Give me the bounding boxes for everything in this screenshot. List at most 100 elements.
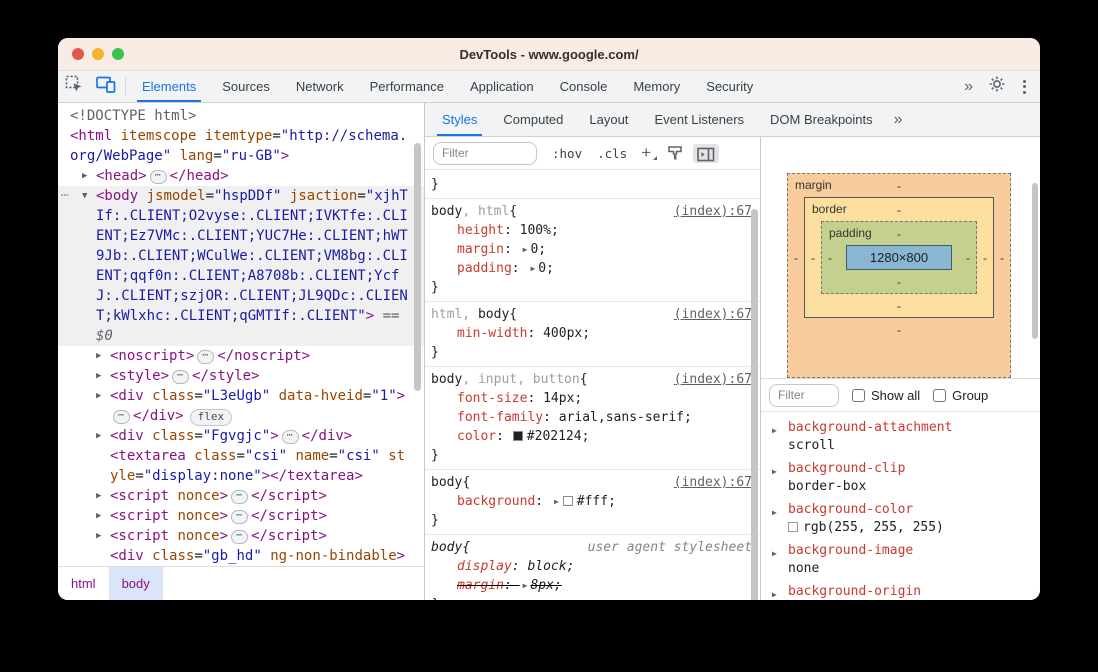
css-property[interactable]: margin: ▶ 8px; bbox=[431, 576, 752, 595]
margin-top-value[interactable]: - bbox=[897, 179, 901, 193]
expand-value-arrow-icon[interactable]: ▶ bbox=[530, 259, 535, 278]
dom-node-line[interactable]: <div class="gb_hd" ng-non-bindable> bbox=[58, 546, 424, 566]
tab-console[interactable]: Console bbox=[550, 71, 618, 102]
dom-node-line[interactable]: <html itemscope itemtype="http://schema.… bbox=[58, 126, 424, 166]
dom-node-line[interactable]: ▶ <script nonce> ⋯ </script> bbox=[58, 506, 424, 526]
node-collapse-arrow-icon[interactable]: ▼ bbox=[82, 186, 96, 346]
more-sidebar-tabs-button[interactable]: » bbox=[886, 111, 911, 129]
expand-value-arrow-icon[interactable]: ▶ bbox=[523, 240, 528, 259]
expand-property-arrow-icon[interactable]: ▶ bbox=[772, 545, 777, 563]
stylesheet-source-link[interactable]: (index):67 bbox=[666, 305, 752, 324]
show-all-checkbox[interactable] bbox=[852, 388, 865, 402]
dom-tree-scrollbar[interactable] bbox=[414, 143, 421, 391]
breadcrumb-html[interactable]: html bbox=[58, 567, 109, 600]
css-property[interactable]: height: 100%; bbox=[431, 221, 752, 240]
box-model-margin[interactable]: margin - - border - - padding - - 1280×8… bbox=[787, 173, 1011, 378]
more-tabs-button[interactable]: » bbox=[956, 78, 981, 96]
stylesheet-source-link[interactable]: (index):67 bbox=[666, 473, 752, 492]
css-property[interactable]: color: #202124; bbox=[431, 427, 752, 446]
computed-property[interactable]: ▶ background-clip border-box bbox=[761, 460, 1040, 501]
tab-computed[interactable]: Computed bbox=[493, 103, 573, 136]
window-titlebar[interactable]: DevTools - www.google.com/ bbox=[58, 38, 1040, 71]
dom-node-line[interactable]: ▶ <script nonce> ⋯ </script> bbox=[58, 526, 424, 546]
expand-value-arrow-icon[interactable]: ▶ bbox=[554, 492, 559, 511]
margin-bottom-value[interactable]: - bbox=[897, 323, 901, 337]
expand-property-arrow-icon[interactable]: ▶ bbox=[772, 422, 777, 440]
node-expand-arrow-icon[interactable]: ▶ bbox=[96, 526, 110, 546]
node-expand-arrow-icon[interactable]: ▶ bbox=[82, 166, 96, 186]
dom-node-line[interactable]: ▶ <div class="L3eUgb" data-hveid="1">⋯ </d… bbox=[58, 386, 424, 426]
expand-property-arrow-icon[interactable]: ▶ bbox=[772, 463, 777, 481]
color-swatch[interactable] bbox=[562, 496, 573, 506]
css-property[interactable]: font-family: arial,sans-serif; bbox=[431, 408, 752, 427]
computed-property[interactable]: ▶ background-attachment scroll bbox=[761, 419, 1040, 460]
expand-children-ellipsis-button[interactable]: ⋯ bbox=[149, 170, 167, 184]
dom-node-line[interactable]: ▶ <div class="Fgvgjc"> ⋯ </div> bbox=[58, 426, 424, 446]
group-checkbox[interactable] bbox=[933, 388, 947, 402]
tab-styles[interactable]: Styles bbox=[432, 103, 487, 136]
tab-network[interactable]: Network bbox=[286, 71, 354, 102]
tab-sources[interactable]: Sources bbox=[212, 71, 280, 102]
rule-selectors[interactable]: html, body bbox=[431, 305, 509, 324]
dom-node-line[interactable]: <textarea class="csi" name="csi" style="… bbox=[58, 446, 424, 486]
computed-property[interactable]: ▶ background-image none bbox=[761, 542, 1040, 583]
tab-dom-breakpoints[interactable]: DOM Breakpoints bbox=[760, 103, 883, 136]
css-property[interactable]: background: ▶ #fff; bbox=[431, 492, 752, 511]
expand-children-ellipsis-button[interactable]: ⋯ bbox=[172, 370, 190, 384]
rendering-emulation-button[interactable] bbox=[667, 145, 683, 161]
close-window-button[interactable] bbox=[72, 48, 84, 60]
expand-children-ellipsis-button[interactable]: ⋯ bbox=[197, 350, 215, 364]
computed-filter-input[interactable] bbox=[769, 383, 839, 407]
node-expand-arrow-icon[interactable]: ▶ bbox=[96, 506, 110, 526]
node-expand-arrow-icon[interactable]: ▶ bbox=[96, 386, 110, 426]
computed-property[interactable]: ▶ background-color rgb(255, 255, 255) bbox=[761, 501, 1040, 542]
border-top-value[interactable]: - bbox=[897, 203, 901, 217]
customize-devtools-button[interactable] bbox=[1013, 79, 1036, 94]
expand-children-ellipsis-button[interactable]: ⋯ bbox=[281, 430, 299, 444]
box-model-border[interactable]: border - - padding - - 1280×800 - - - - bbox=[804, 197, 994, 318]
border-right-value[interactable]: - bbox=[977, 251, 993, 265]
box-model-padding[interactable]: padding - - 1280×800 - - bbox=[821, 221, 977, 294]
inspect-element-button[interactable] bbox=[58, 71, 90, 102]
margin-left-value[interactable]: - bbox=[788, 251, 804, 265]
padding-top-value[interactable]: - bbox=[897, 227, 901, 241]
rule-selectors[interactable]: body, input, button bbox=[431, 370, 580, 389]
stylesheet-source-link[interactable]: (index):67 bbox=[666, 370, 752, 389]
border-bottom-value[interactable]: - bbox=[897, 299, 901, 313]
expand-children-ellipsis-button[interactable]: ⋯ bbox=[231, 510, 249, 524]
settings-button[interactable] bbox=[981, 75, 1013, 98]
padding-right-value[interactable]: - bbox=[960, 251, 976, 265]
css-property[interactable]: padding: ▶ 0; bbox=[431, 259, 752, 278]
box-model-content[interactable]: 1280×800 bbox=[846, 245, 952, 270]
expand-property-arrow-icon[interactable]: ▶ bbox=[772, 586, 777, 600]
toggle-pseudo-state-button[interactable]: :hov bbox=[552, 146, 582, 161]
flex-badge[interactable]: flex bbox=[189, 409, 233, 426]
toggle-element-classes-button[interactable]: .cls bbox=[597, 146, 627, 161]
stylesheet-source-link[interactable]: (index):67 bbox=[666, 202, 752, 221]
node-expand-arrow-icon[interactable]: ▶ bbox=[96, 426, 110, 446]
new-style-rule-button[interactable]: + bbox=[641, 144, 658, 161]
styles-filter-input[interactable] bbox=[433, 141, 537, 165]
tab-memory[interactable]: Memory bbox=[623, 71, 690, 102]
node-expand-arrow-icon[interactable]: ▶ bbox=[96, 486, 110, 506]
computed-property[interactable]: ▶background-originpadding-box bbox=[761, 583, 1040, 600]
css-property[interactable]: margin: ▶ 0; bbox=[431, 240, 752, 259]
expand-children-ellipsis-button[interactable]: ⋯ bbox=[231, 490, 249, 504]
computed-scrollbar[interactable] bbox=[1032, 183, 1038, 339]
tab-event-listeners[interactable]: Event Listeners bbox=[644, 103, 754, 136]
expand-value-arrow-icon[interactable]: ▶ bbox=[523, 576, 528, 595]
node-gutter-ellipsis-icon[interactable]: ⋯ bbox=[61, 186, 69, 206]
expand-property-arrow-icon[interactable]: ▶ bbox=[772, 504, 777, 522]
dom-node-line[interactable]: ▶ <script nonce> ⋯ </script> bbox=[58, 486, 424, 506]
dom-node-line[interactable]: ⋯ ▼ <body jsmodel="hspDDf" jsaction="xjhTI… bbox=[58, 186, 424, 346]
dom-node-line[interactable]: ▶ <noscript> ⋯ </noscript> bbox=[58, 346, 424, 366]
rule-selectors[interactable]: body, html bbox=[431, 202, 509, 221]
expand-children-ellipsis-button[interactable]: ⋯ bbox=[231, 530, 249, 544]
tab-elements[interactable]: Elements bbox=[132, 71, 206, 102]
tab-performance[interactable]: Performance bbox=[360, 71, 454, 102]
tab-application[interactable]: Application bbox=[460, 71, 544, 102]
toggle-computed-sidebar-button[interactable] bbox=[693, 143, 720, 163]
margin-right-value[interactable]: - bbox=[994, 251, 1010, 265]
zoom-window-button[interactable] bbox=[112, 48, 124, 60]
css-property[interactable]: display: block; bbox=[431, 557, 752, 576]
